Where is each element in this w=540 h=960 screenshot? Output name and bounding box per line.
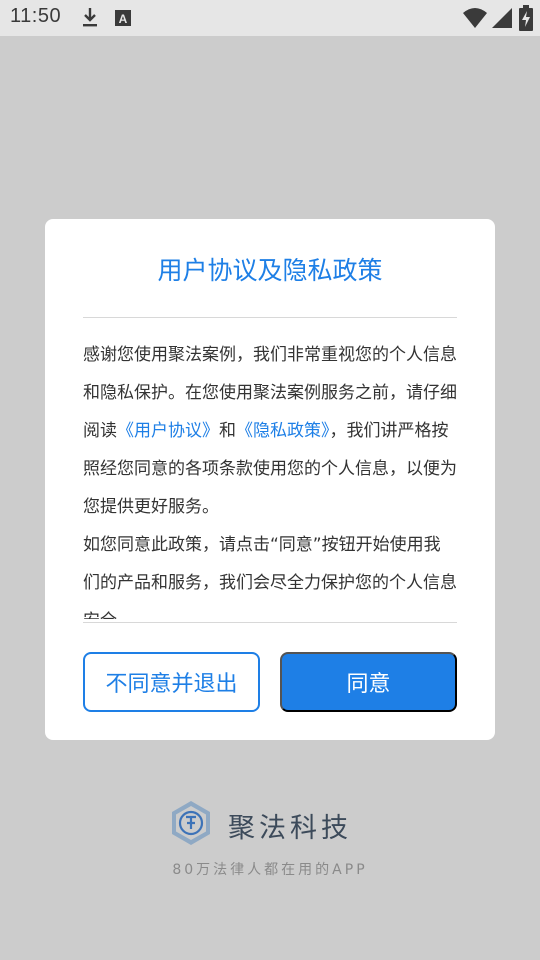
accessibility-a-icon: A (115, 10, 131, 26)
privacy-dialog: 用户协议及隐私政策 感谢您使用聚法案例，我们非常重视您的个人信息和隐私保护。在您… (45, 219, 495, 740)
signal-icon (492, 8, 512, 28)
status-bar: 11:50 A (0, 0, 540, 36)
brand-logo-icon (172, 801, 210, 845)
body-text: 和 (219, 421, 236, 441)
dialog-title: 用户协议及隐私政策 (157, 256, 383, 285)
dialog-divider (83, 317, 457, 318)
privacy-policy-link[interactable]: 《隐私政策》 (236, 421, 330, 441)
body-paragraph-2: 如您同意此政策，请点击“同意”按钮开始使用我们的产品和服务，我们会尽全力保护您的… (83, 535, 457, 619)
body-bottom-divider (83, 622, 457, 623)
body-paragraph-1: 感谢您使用聚法案例，我们非常重视您的个人信息和隐私保护。在您使用聚法案例服务之前… (83, 336, 457, 526)
agree-button[interactable]: 同意 (280, 652, 457, 712)
dialog-body-scroll[interactable]: 感谢您使用聚法案例，我们非常重视您的个人信息和隐私保护。在您使用聚法案例服务之前… (83, 336, 457, 619)
brand-slogan: 80万法律人都在用的APP (172, 862, 368, 878)
battery-charging-icon (519, 5, 533, 31)
download-icon (83, 8, 97, 27)
wifi-icon (463, 8, 487, 28)
svg-text:A: A (119, 12, 128, 26)
brand-name: 聚法科技 (228, 813, 352, 844)
status-time: 11:50 (10, 5, 62, 27)
decline-exit-button[interactable]: 不同意并退出 (83, 652, 260, 712)
user-agreement-link[interactable]: 《用户协议》 (117, 421, 219, 441)
